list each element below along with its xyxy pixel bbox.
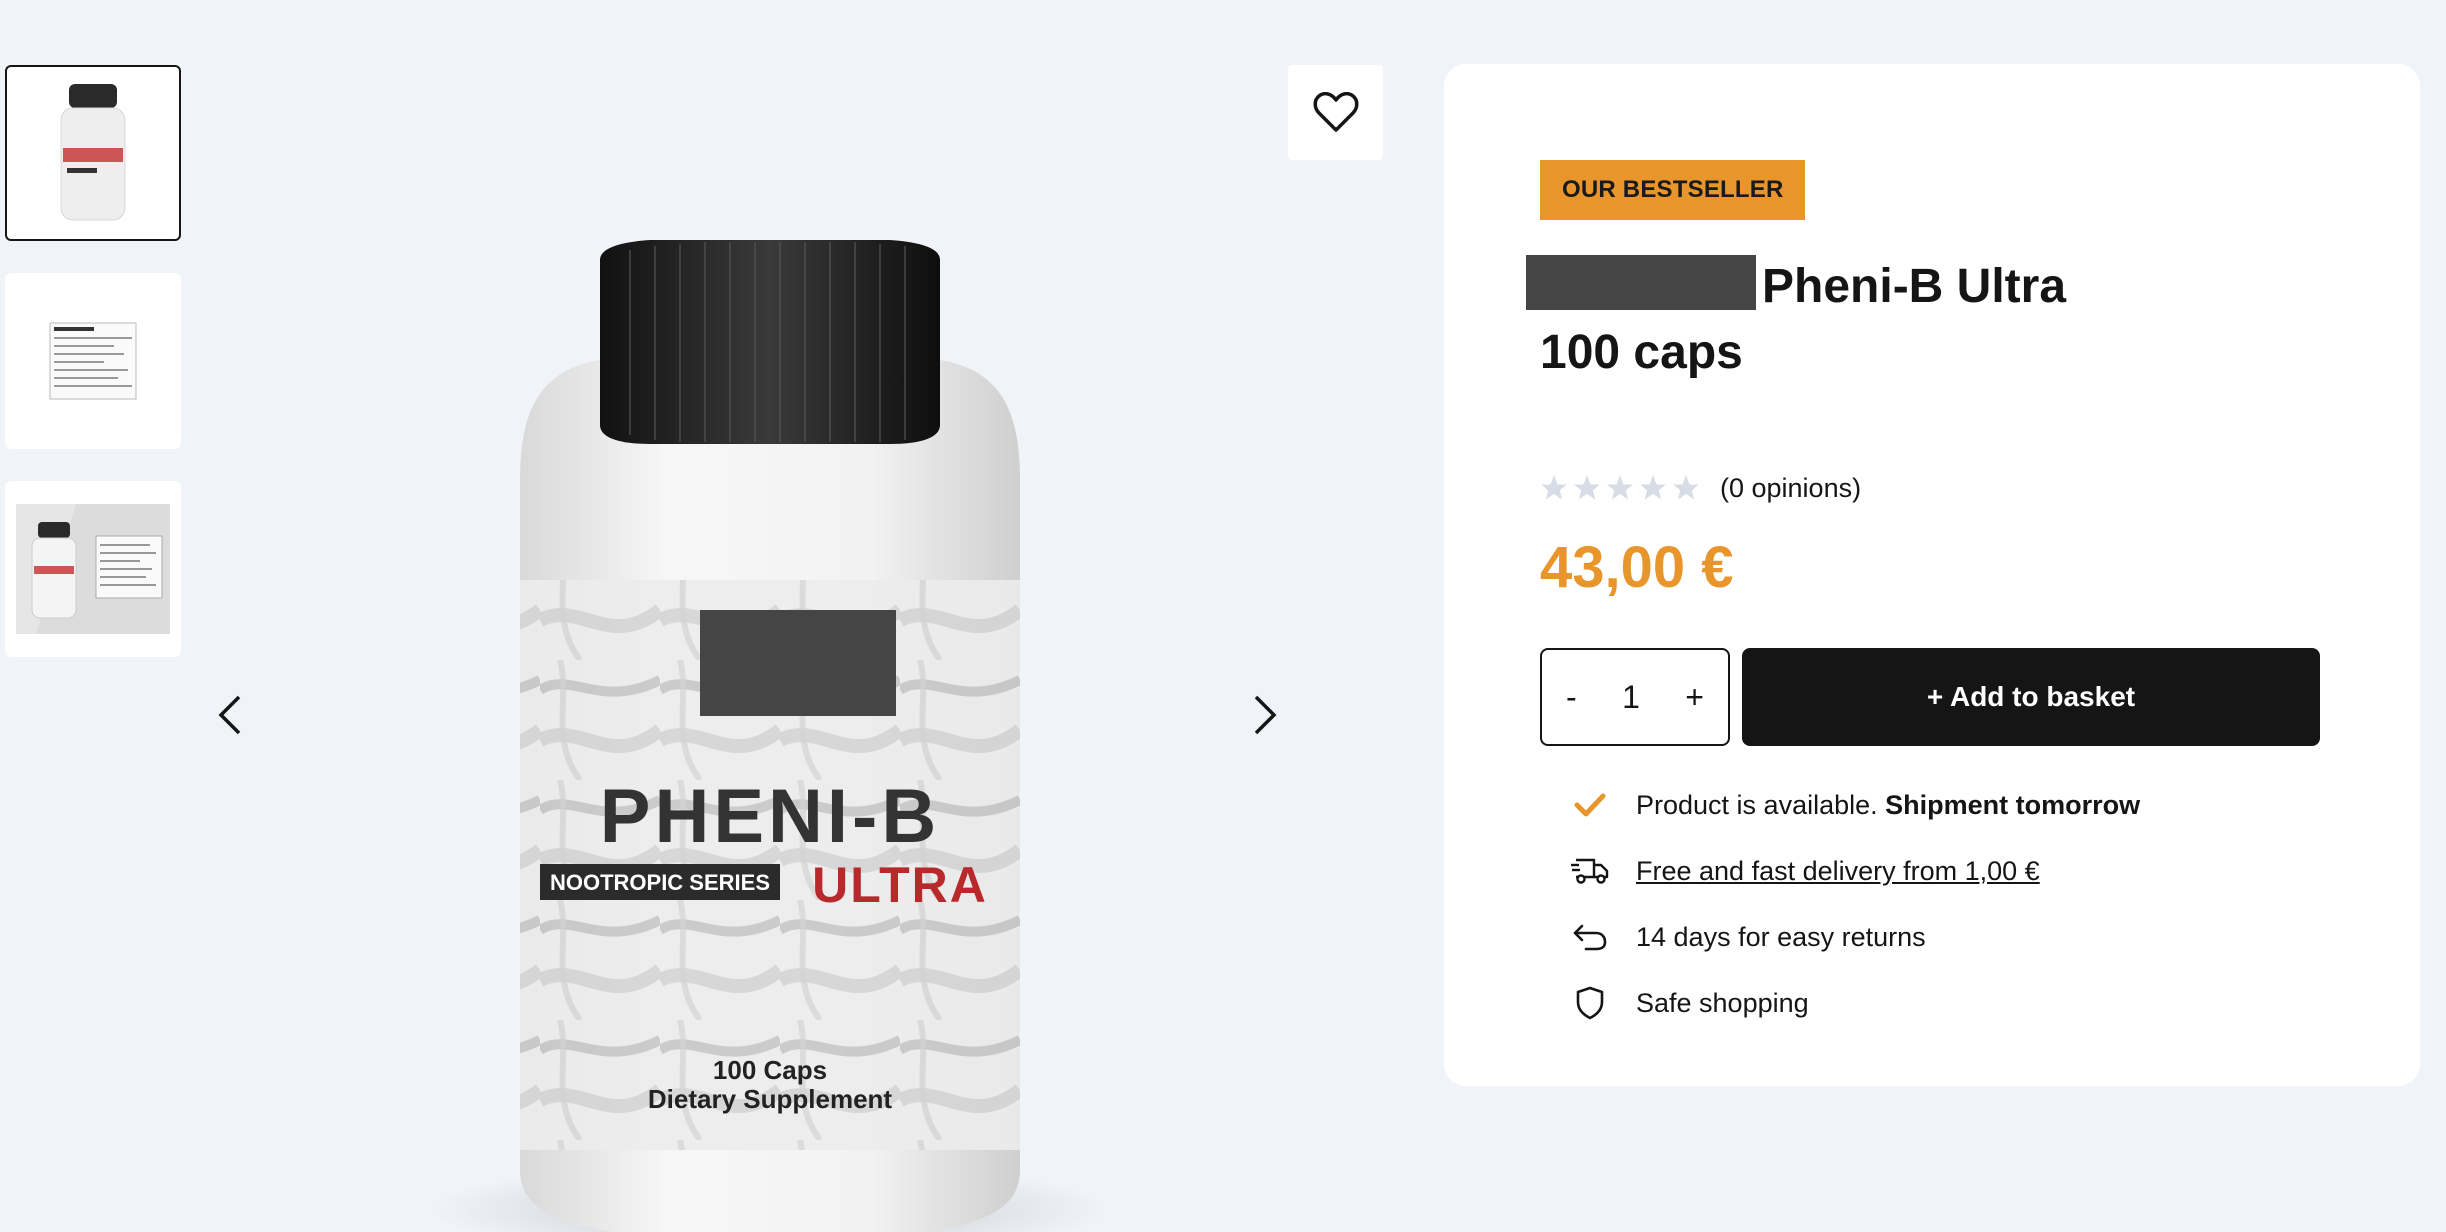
rating-stars xyxy=(1540,474,1700,502)
thumbnail-front-image xyxy=(60,84,126,221)
bottle-variant-text: ULTRA xyxy=(812,857,988,913)
availability-info: Product is available. Shipment tomorrow xyxy=(1570,772,2140,838)
return-arrow-icon xyxy=(1570,917,1610,957)
bottle-series-text: NOOTROPIC SERIES xyxy=(550,870,770,895)
availability-prefix: Product is available. xyxy=(1636,789,1878,820)
star-icon xyxy=(1574,475,1600,500)
chevron-left-icon xyxy=(218,695,241,735)
bottle-illustration: PHENI-B NOOTROPIC SERIES ULTRA 100 Caps … xyxy=(430,240,1110,1232)
product-title-line1: Pheni-B Ultra xyxy=(1762,260,2067,313)
product-title: Pheni-B Ultra 100 caps xyxy=(1526,254,2240,386)
feature-list: Product is available. Shipment tomorrow … xyxy=(1570,772,2140,1036)
thumbnail-list xyxy=(5,65,181,689)
quantity-input[interactable]: 1 xyxy=(1622,679,1640,716)
main-gallery: PHENI-B NOOTROPIC SERIES ULTRA 100 Caps … xyxy=(200,60,1400,1232)
star-icon xyxy=(1607,475,1633,500)
add-to-favorites-button[interactable] xyxy=(1288,65,1383,160)
safe-shopping-text: Safe shopping xyxy=(1636,987,1809,1018)
product-page: PHENI-B NOOTROPIC SERIES ULTRA 100 Caps … xyxy=(0,0,2446,1232)
opinions-count[interactable]: (0 opinions) xyxy=(1720,473,1861,504)
shield-icon xyxy=(1570,983,1610,1023)
check-icon xyxy=(1570,785,1610,825)
previous-image-button[interactable] xyxy=(200,685,260,745)
returns-info: 14 days for easy returns xyxy=(1570,904,2140,970)
quantity-increase-button[interactable]: + xyxy=(1685,679,1704,716)
thumbnail-supplement-facts[interactable] xyxy=(5,273,181,449)
delivery-truck-icon xyxy=(1570,851,1610,891)
star-icon xyxy=(1640,475,1666,500)
quantity-stepper: - 1 + xyxy=(1540,648,1730,746)
product-image: PHENI-B NOOTROPIC SERIES ULTRA 100 Caps … xyxy=(420,180,1120,1232)
safe-shopping-info: Safe shopping xyxy=(1570,970,2140,1036)
returns-text: 14 days for easy returns xyxy=(1636,921,1926,952)
bottle-type-text: Dietary Supplement xyxy=(648,1084,893,1114)
product-info-panel: OUR BESTSELLER Pheni-B Ultra 100 caps (0… xyxy=(1444,64,2420,1086)
star-icon xyxy=(1541,475,1567,500)
redacted-logo xyxy=(700,610,896,716)
product-title-line2: 100 caps xyxy=(1540,326,1743,379)
chevron-right-icon xyxy=(1254,695,1277,735)
thumbnail-front[interactable] xyxy=(5,65,181,241)
product-price: 43,00 € xyxy=(1540,535,1734,600)
thumbnail-label-image xyxy=(16,504,170,634)
star-icon xyxy=(1673,475,1699,500)
bottle-brand-text: PHENI-B xyxy=(600,774,940,859)
thumbnail-facts-image xyxy=(49,322,137,400)
redacted-brand xyxy=(1526,255,1756,310)
delivery-link[interactable]: Free and fast delivery from 1,00 € xyxy=(1636,856,2040,887)
bottle-caps-text: 100 Caps xyxy=(713,1055,827,1085)
delivery-info[interactable]: Free and fast delivery from 1,00 € xyxy=(1570,838,2140,904)
bestseller-badge: OUR BESTSELLER xyxy=(1540,160,1806,220)
quantity-decrease-button[interactable]: - xyxy=(1566,679,1577,716)
product-rating[interactable]: (0 opinions) xyxy=(1540,468,1861,508)
thumbnail-product-label[interactable] xyxy=(5,481,181,657)
availability-shipment: Shipment tomorrow xyxy=(1885,789,2141,820)
heart-icon xyxy=(1313,91,1358,132)
availability-text: Product is available. Shipment tomorrow xyxy=(1636,790,2140,821)
next-image-button[interactable] xyxy=(1235,685,1295,745)
add-to-basket-button[interactable]: + Add to basket xyxy=(1742,648,2320,746)
